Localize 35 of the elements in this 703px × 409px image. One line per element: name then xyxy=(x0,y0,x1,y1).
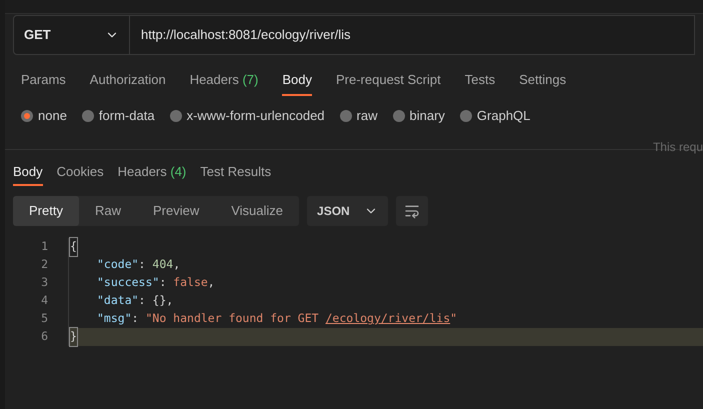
wrap-lines-button[interactable] xyxy=(396,196,428,226)
request-tab[interactable]: Tests xyxy=(464,66,496,96)
body-note: This requ xyxy=(652,139,703,156)
response-tab[interactable]: Body xyxy=(13,160,43,186)
view-mode-tab[interactable]: Raw xyxy=(78,196,137,226)
body-type-radio[interactable]: raw xyxy=(340,106,378,126)
request-tab[interactable]: Body xyxy=(282,66,312,96)
body-type-radio[interactable]: binary xyxy=(392,106,445,126)
response-tab[interactable]: Cookies xyxy=(56,160,104,186)
line-number: 6 xyxy=(40,328,48,346)
response-tab[interactable]: Test Results xyxy=(200,160,272,186)
request-tab[interactable]: Params xyxy=(21,66,66,96)
line-number: 4 xyxy=(40,292,48,310)
view-mode-tab[interactable]: Visualize xyxy=(215,196,300,226)
view-mode-tab[interactable]: Preview xyxy=(136,196,216,226)
code-line: "data": {}, xyxy=(68,292,703,310)
wrap-lines-icon xyxy=(404,203,420,219)
request-tab[interactable]: Authorization xyxy=(90,66,166,96)
view-mode-tab[interactable]: Pretty xyxy=(13,196,79,226)
response-tab[interactable]: Headers (4) xyxy=(118,160,186,186)
line-number: 3 xyxy=(40,274,48,292)
body-type-radio[interactable]: form-data xyxy=(82,106,155,126)
request-tab[interactable]: Pre-request Script xyxy=(336,66,441,96)
line-number: 5 xyxy=(40,310,48,328)
code-line: "success": false, xyxy=(68,274,703,292)
code-line: "code": 404, xyxy=(68,256,703,274)
body-type-radio[interactable]: GraphQL xyxy=(460,106,530,126)
format-dropdown[interactable]: JSON xyxy=(307,196,388,226)
request-tab[interactable]: Headers (7) xyxy=(190,66,258,96)
request-tab[interactable]: Settings xyxy=(519,66,566,96)
code-line: { xyxy=(68,238,703,256)
line-number: 1 xyxy=(40,238,48,256)
body-type-radio[interactable]: none xyxy=(21,106,67,126)
line-number: 2 xyxy=(40,256,48,274)
body-type-radio[interactable]: x-www-form-urlencoded xyxy=(170,106,325,126)
